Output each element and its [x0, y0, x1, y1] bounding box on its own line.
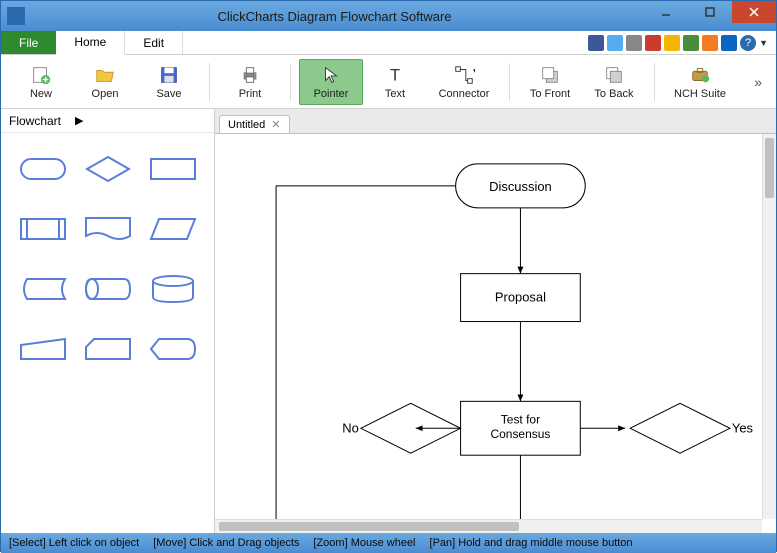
open-button[interactable]: Open — [73, 59, 137, 105]
stumble-icon[interactable] — [683, 35, 699, 51]
shape-terminator[interactable] — [15, 149, 70, 189]
connector-button[interactable]: ▾ Connector — [427, 59, 501, 105]
nch-suite-label: NCH Suite — [674, 88, 726, 100]
help-dropdown-icon[interactable]: ▼ — [759, 38, 768, 48]
save-label: Save — [156, 88, 181, 100]
twitter-icon[interactable] — [607, 35, 623, 51]
text-button[interactable]: T Text — [363, 59, 427, 105]
shape-database[interactable] — [145, 269, 200, 309]
menu-file[interactable]: File — [1, 31, 56, 54]
bookmark-icon[interactable] — [664, 35, 680, 51]
text-label: Text — [385, 88, 405, 100]
shape-document[interactable] — [80, 209, 135, 249]
to-front-label: To Front — [530, 88, 570, 100]
new-icon — [30, 64, 52, 86]
status-bar: [Select] Left click on object [Move] Cli… — [1, 533, 776, 553]
save-button[interactable]: Save — [137, 59, 201, 105]
node-discussion: Discussion — [489, 179, 552, 194]
connector-label: Connector — [439, 88, 490, 100]
vertical-scrollbar[interactable] — [762, 134, 776, 519]
status-zoom: [Zoom] Mouse wheel — [313, 537, 415, 549]
google-plus-icon[interactable] — [645, 35, 661, 51]
svg-text:▾: ▾ — [473, 66, 475, 75]
maximize-button[interactable] — [688, 1, 732, 23]
nch-suite-icon — [689, 64, 711, 86]
app-icon — [7, 7, 25, 25]
scrollbar-thumb[interactable] — [765, 138, 774, 198]
text-icon: T — [384, 64, 406, 86]
status-move: [Move] Click and Drag objects — [153, 537, 299, 549]
canvas-area: Untitled ✕ Discussion Proposal — [215, 109, 776, 533]
node-proposal: Proposal — [495, 290, 546, 305]
status-pan: [Pan] Hold and drag middle mouse button — [430, 537, 633, 549]
linkedin-icon[interactable] — [721, 35, 737, 51]
shape-manual-input[interactable] — [15, 329, 70, 369]
document-tabs: Untitled ✕ — [215, 109, 776, 133]
help-icon[interactable]: ? — [740, 35, 756, 51]
canvas[interactable]: Discussion Proposal Test for Consensus N… — [215, 133, 776, 533]
toolbar: New Open Save Print Pointer T Text ▾ Con… — [1, 55, 776, 109]
status-select: [Select] Left click on object — [9, 537, 139, 549]
shape-data[interactable] — [145, 209, 200, 249]
shape-card[interactable] — [80, 329, 135, 369]
window-controls — [644, 1, 776, 31]
social-icons: ? ▼ — [588, 31, 776, 54]
node-test-1: Test for — [501, 412, 540, 426]
shape-grid — [1, 133, 214, 385]
pointer-icon — [320, 64, 342, 86]
shape-category-header[interactable]: Flowchart ▶ — [1, 109, 214, 133]
open-label: Open — [92, 88, 119, 100]
pointer-button[interactable]: Pointer — [299, 59, 363, 105]
flowchart-svg: Discussion Proposal Test for Consensus N… — [215, 134, 776, 533]
minimize-button[interactable] — [644, 1, 688, 23]
node-test-2: Consensus — [490, 427, 550, 441]
new-label: New — [30, 88, 52, 100]
toolbar-overflow-icon[interactable]: » — [748, 74, 768, 90]
shape-direct-data[interactable] — [80, 269, 135, 309]
to-back-button[interactable]: To Back — [582, 59, 646, 105]
print-button[interactable]: Print — [218, 59, 282, 105]
new-button[interactable]: New — [9, 59, 73, 105]
menu-home[interactable]: Home — [56, 31, 125, 55]
shape-process[interactable] — [145, 149, 200, 189]
node-no: No — [342, 420, 359, 435]
close-tab-icon[interactable]: ✕ — [271, 118, 280, 131]
menu-bar: File Home Edit ? ▼ — [1, 31, 776, 55]
print-icon — [239, 64, 261, 86]
connector-icon: ▾ — [453, 64, 475, 86]
shape-panel: Flowchart ▶ — [1, 109, 215, 533]
open-icon — [94, 64, 116, 86]
facebook-icon[interactable] — [588, 35, 604, 51]
window-title: ClickCharts Diagram Flowchart Software — [25, 9, 644, 24]
title-bar: ClickCharts Diagram Flowchart Software — [1, 1, 776, 31]
shape-display[interactable] — [145, 329, 200, 369]
close-button[interactable] — [732, 1, 776, 23]
share-icon[interactable] — [626, 35, 642, 51]
save-icon — [158, 64, 180, 86]
document-tab[interactable]: Untitled ✕ — [219, 115, 290, 133]
to-front-icon — [539, 64, 561, 86]
to-back-label: To Back — [594, 88, 633, 100]
pointer-label: Pointer — [314, 88, 349, 100]
workspace: Flowchart ▶ Untitled ✕ — [1, 109, 776, 533]
node-yes: Yes — [732, 420, 754, 435]
menu-edit[interactable]: Edit — [125, 31, 183, 54]
to-front-button[interactable]: To Front — [518, 59, 582, 105]
scrollbar-thumb[interactable] — [219, 522, 519, 531]
nch-suite-button[interactable]: NCH Suite — [663, 59, 737, 105]
horizontal-scrollbar[interactable] — [215, 519, 762, 533]
svg-text:T: T — [390, 66, 400, 84]
shape-decision[interactable] — [80, 149, 135, 189]
shape-stored-data[interactable] — [15, 269, 70, 309]
chevron-right-icon: ▶ — [75, 114, 83, 127]
rss-icon[interactable] — [702, 35, 718, 51]
shape-predefined[interactable] — [15, 209, 70, 249]
shape-category-label: Flowchart — [9, 114, 61, 128]
print-label: Print — [239, 88, 262, 100]
document-tab-label: Untitled — [228, 119, 265, 131]
to-back-icon — [603, 64, 625, 86]
